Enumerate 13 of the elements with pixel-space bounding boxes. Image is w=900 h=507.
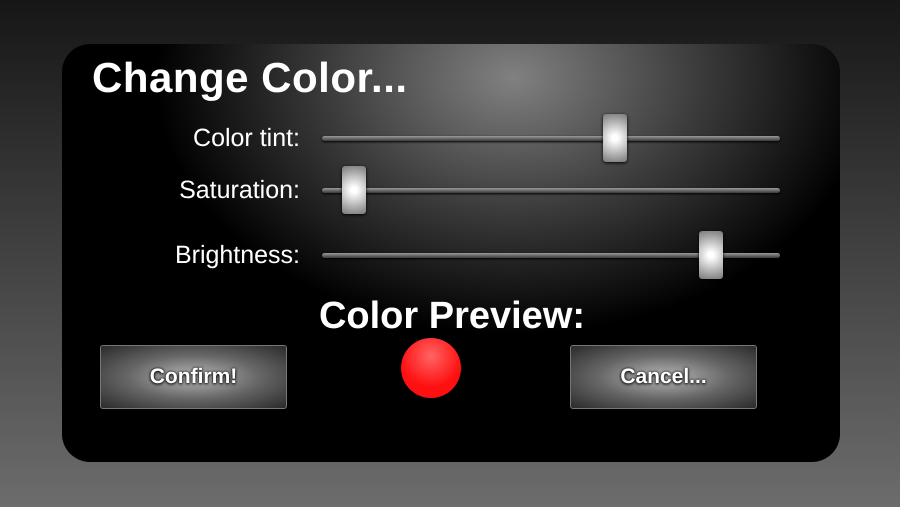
slider-label: Brightness: [174,240,300,270]
slider-label: Color tint: [193,124,300,152]
slider-label: Saturation: [179,176,300,204]
slider[interactable] [322,231,780,279]
slider[interactable] [322,114,780,162]
confirm-button[interactable]: Confirm! [100,345,287,409]
dialog-title: Change Color... [92,56,409,100]
cancel-button[interactable]: Cancel... [570,345,757,409]
slider-thumb[interactable] [603,114,628,162]
slider-thumb[interactable] [342,166,366,214]
slider[interactable] [322,166,780,214]
preview-label: Color Preview: [318,294,586,338]
slider-thumb[interactable] [699,231,724,279]
